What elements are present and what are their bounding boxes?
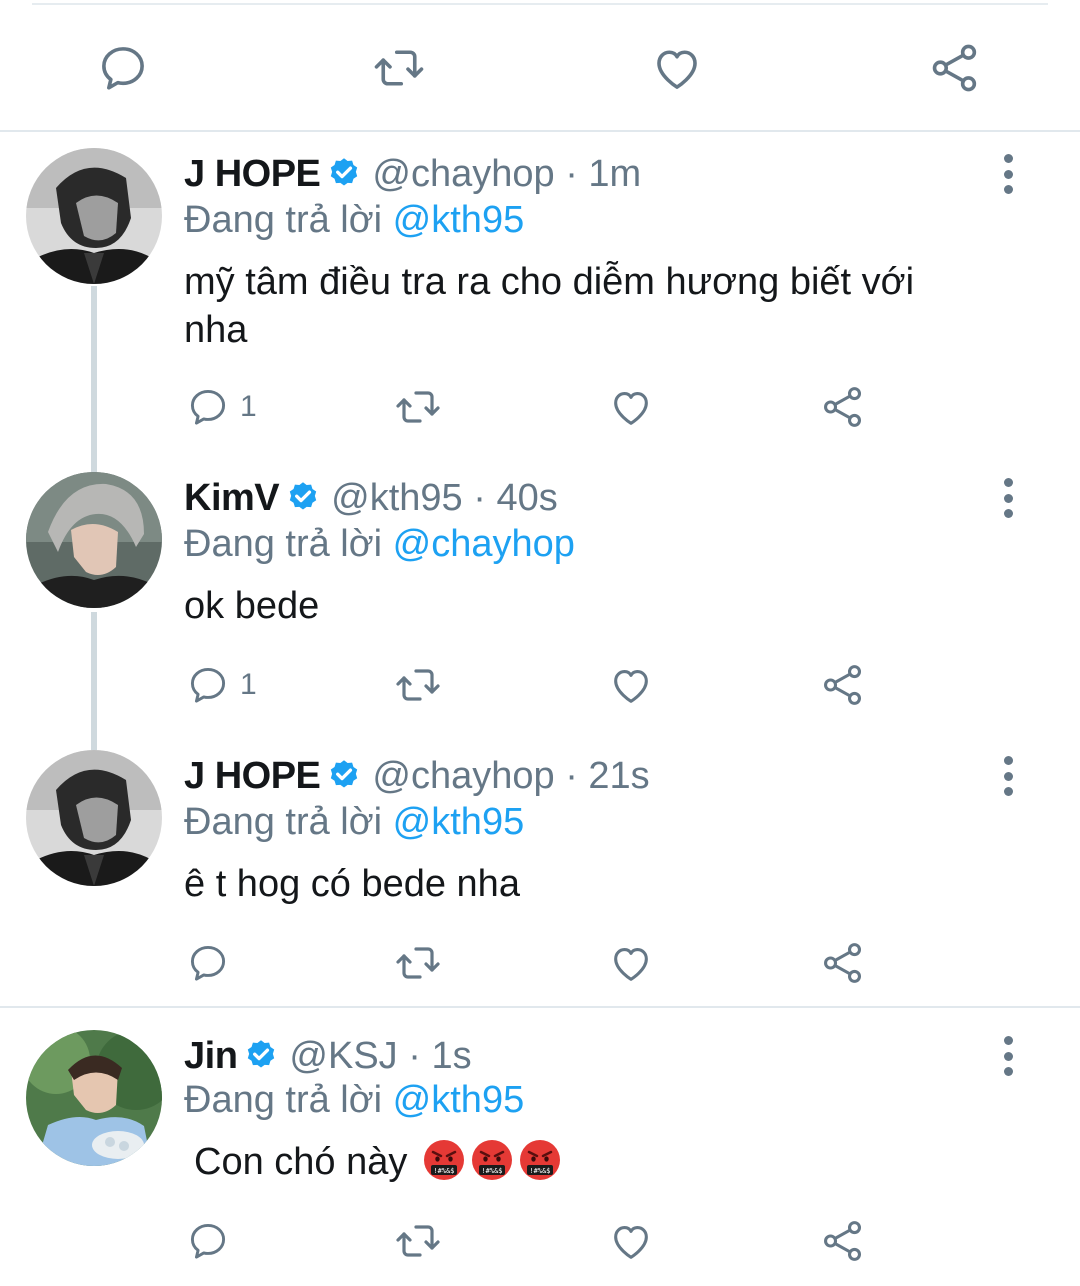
display-name[interactable]: J HOPE [184, 152, 321, 196]
reply-button[interactable] [186, 938, 240, 988]
reply-button[interactable] [186, 1216, 240, 1266]
handle-time: @chayhop · 1m [372, 153, 642, 195]
like-icon [608, 940, 654, 986]
retweet-button[interactable] [394, 1216, 442, 1266]
conversation-divider [0, 1006, 1080, 1008]
reply-icon [96, 41, 150, 95]
reply-count: 1 [240, 668, 257, 701]
replying-to: Đang trả lời @kth95 [184, 198, 524, 242]
more-options-icon[interactable] [996, 1036, 1020, 1076]
avatar[interactable] [26, 472, 162, 608]
display-name[interactable]: KimV [184, 476, 280, 520]
reply-button[interactable] [96, 41, 150, 95]
cursing-face-emoji [422, 1138, 466, 1182]
replying-mention-link[interactable]: @kth95 [393, 1079, 525, 1121]
like-button[interactable] [650, 41, 704, 95]
replying-prefix: Đang trả lời [184, 1079, 383, 1121]
avatar[interactable] [26, 1030, 162, 1166]
like-button[interactable] [608, 1216, 654, 1266]
share-icon [928, 41, 982, 95]
thread-connector [91, 286, 97, 472]
retweet-icon [394, 1217, 442, 1265]
handle-time: @chayhop · 21s [372, 755, 650, 797]
tweet-text: mỹ tâm điều tra ra cho diễm hương biết v… [184, 261, 915, 351]
reply-button[interactable]: 1 [186, 660, 257, 710]
retweet-icon [394, 661, 442, 709]
reply-icon [186, 385, 230, 429]
like-icon [650, 40, 704, 96]
handle-time: @kth95 · 40s [331, 477, 558, 519]
like-button[interactable] [608, 382, 654, 432]
retweet-button[interactable] [394, 660, 442, 710]
replying-to: Đang trả lời @kth95 [184, 800, 524, 844]
avatar[interactable] [26, 750, 162, 886]
replying-prefix: Đang trả lời [184, 801, 383, 843]
verified-badge-icon [243, 1038, 279, 1074]
tweet-text-content: Con chó này [194, 1141, 408, 1183]
tweet-actions: 1 [0, 660, 1080, 710]
tweet-actions [0, 938, 1080, 988]
retweet-icon [394, 383, 442, 431]
replying-mention-link[interactable]: @kth95 [393, 199, 525, 241]
replying-mention-link[interactable]: @kth95 [393, 801, 525, 843]
tweet-header: J HOPE @chayhop · 21s [184, 754, 650, 798]
tweet-text: Con chó này [194, 1138, 994, 1186]
handle-time: @KSJ · 1s [289, 1035, 472, 1077]
more-options-icon[interactable] [996, 154, 1020, 194]
share-icon [820, 384, 866, 430]
retweet-button[interactable] [394, 938, 442, 988]
retweet-button[interactable] [394, 382, 442, 432]
reply-icon [186, 1219, 230, 1263]
share-icon [820, 662, 866, 708]
share-button[interactable] [820, 382, 866, 432]
display-name[interactable]: J HOPE [184, 754, 321, 798]
like-icon [608, 662, 654, 708]
avatar[interactable] [26, 148, 162, 284]
share-button[interactable] [928, 41, 982, 95]
replying-to: Đang trả lời @chayhop [184, 522, 575, 566]
top-divider [32, 3, 1048, 5]
tweet-actions: 1 [0, 382, 1080, 432]
tweet-text: ê t hog có bede nha [184, 863, 520, 905]
tweet-header: KimV @kth95 · 40s [184, 476, 558, 520]
retweet-button[interactable] [372, 41, 426, 95]
reply-count: 1 [240, 390, 257, 423]
more-options-icon[interactable] [996, 478, 1020, 518]
reply-icon [186, 941, 230, 985]
verified-badge-icon [285, 480, 321, 516]
reply-button[interactable]: 1 [186, 382, 257, 432]
like-icon [608, 384, 654, 430]
share-button[interactable] [820, 1216, 866, 1266]
retweet-icon [372, 39, 426, 97]
cursing-face-emoji [470, 1138, 514, 1182]
replying-to: Đang trả lời @kth95 [184, 1078, 524, 1122]
replying-prefix: Đang trả lời [184, 523, 383, 565]
share-button[interactable] [820, 938, 866, 988]
tweet-header: J HOPE @chayhop · 1m [184, 152, 641, 196]
retweet-icon [394, 939, 442, 987]
like-icon [608, 1218, 654, 1264]
share-icon [820, 1218, 866, 1264]
tweet-text: ok bede [184, 585, 320, 627]
more-options-icon[interactable] [996, 756, 1020, 796]
like-button[interactable] [608, 660, 654, 710]
tweet-actions [0, 1216, 1080, 1266]
parent-tweet-actions [0, 0, 1080, 132]
share-button[interactable] [820, 660, 866, 710]
tweet-header: Jin @KSJ · 1s [184, 1034, 472, 1078]
like-button[interactable] [608, 938, 654, 988]
cursing-face-emoji [518, 1138, 562, 1182]
replying-mention-link[interactable]: @chayhop [393, 523, 575, 565]
share-icon [820, 940, 866, 986]
reply-icon [186, 663, 230, 707]
verified-badge-icon [326, 156, 362, 192]
display-name[interactable]: Jin [184, 1034, 238, 1078]
verified-badge-icon [326, 758, 362, 794]
replying-prefix: Đang trả lời [184, 199, 383, 241]
